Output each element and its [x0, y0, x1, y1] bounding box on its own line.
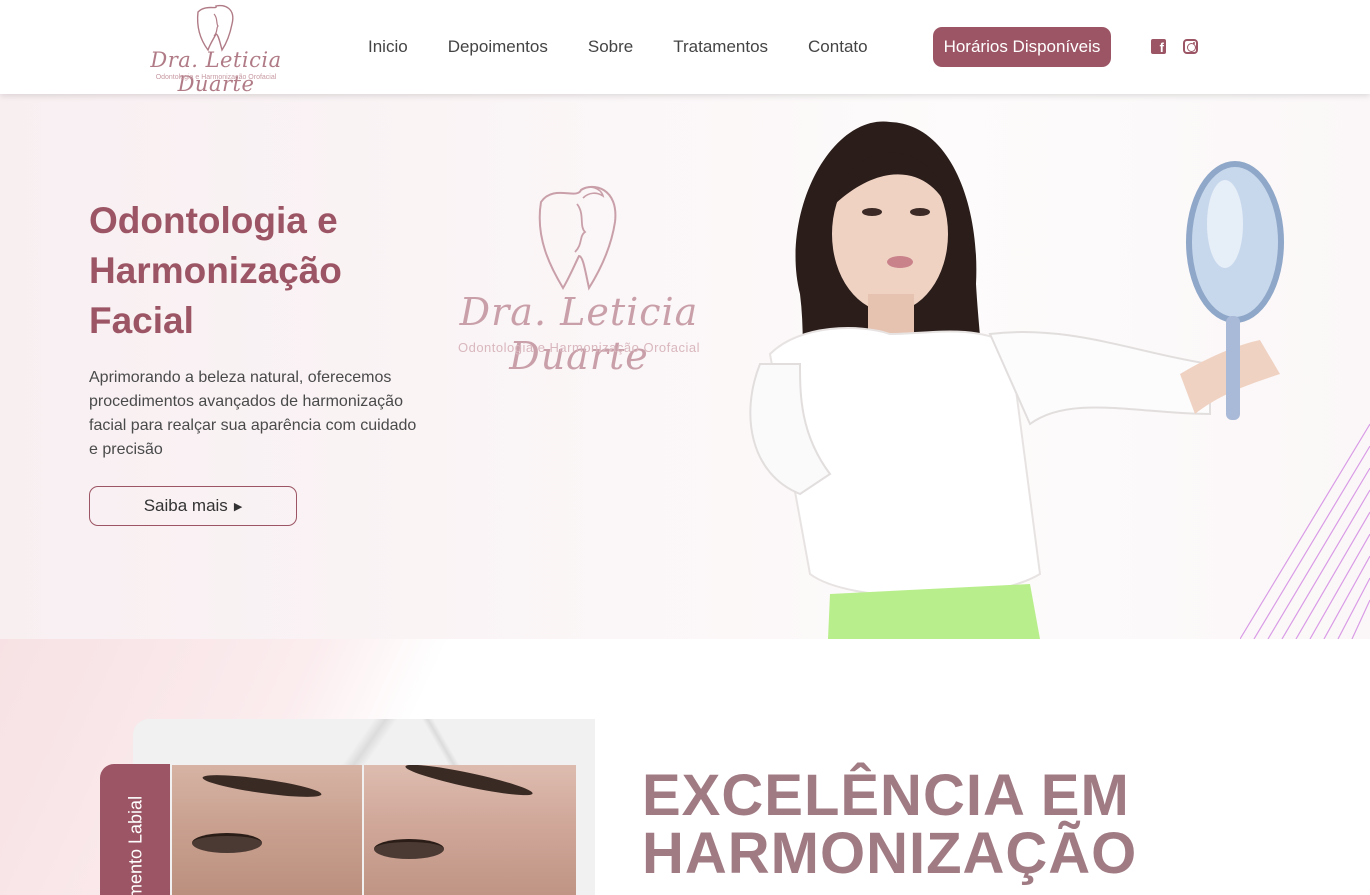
- nav-tratamentos[interactable]: Tratamentos: [673, 37, 768, 57]
- hero-title: Odontologia e Harmonização Facial: [89, 200, 342, 341]
- saiba-mais-button[interactable]: Saiba mais ▶: [89, 486, 297, 526]
- decorative-stripes: [1240, 423, 1370, 639]
- nav-depoimentos[interactable]: Depoimentos: [448, 37, 548, 57]
- instagram-icon[interactable]: [1183, 39, 1198, 54]
- tooth-face-logo-icon: [538, 185, 617, 291]
- hero-logo-name: Dra. Leticia Duarte: [459, 290, 699, 378]
- logo-name: Dra. Leticia Duarte: [150, 48, 282, 96]
- nav-inicio[interactable]: Inicio: [368, 37, 408, 57]
- horarios-disponiveis-button[interactable]: Horários Disponíveis: [933, 27, 1111, 67]
- tooth-face-logo-icon: [196, 4, 234, 52]
- photo-label: mento Labial: [125, 795, 146, 895]
- caret-right-icon: ▶: [233, 500, 243, 513]
- facebook-icon[interactable]: f: [1151, 39, 1166, 54]
- site-header: Dra. Leticia Duarte Odontologia e Harmon…: [0, 0, 1370, 96]
- excellence-section: mento Labial EXCELÊNCIA EM HARMONIZAÇÃO: [0, 639, 1370, 895]
- hero-logo: Dra. Leticia Duarte Odontologia e Harmon…: [412, 182, 746, 378]
- section-title: EXCELÊNCIA EM HARMONIZAÇÃO: [642, 763, 1138, 886]
- main-nav: Inicio Depoimentos Sobre Tratamentos Con…: [368, 0, 908, 94]
- hero-section: Odontologia e Harmonização Facial Aprimo…: [0, 94, 1370, 639]
- logo-subtitle: Odontologia e Harmonização Orofacial: [155, 74, 277, 81]
- hero-logo-subtitle: Odontologia e Harmonização Orofacial: [457, 340, 700, 355]
- hero-description: Aprimorando a beleza natural, oferecemos…: [89, 369, 417, 458]
- saiba-mais-label: Saiba mais: [143, 496, 228, 515]
- nav-contato[interactable]: Contato: [808, 37, 868, 57]
- nav-sobre[interactable]: Sobre: [588, 37, 633, 57]
- site-logo[interactable]: Dra. Leticia Duarte Odontologia e Harmon…: [140, 4, 292, 96]
- before-photo: [172, 765, 362, 895]
- after-photo: [364, 765, 576, 895]
